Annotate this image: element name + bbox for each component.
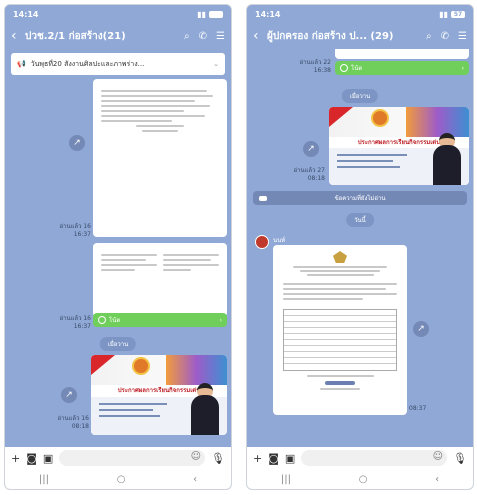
document-image-message[interactable] bbox=[273, 245, 407, 415]
unread-icon bbox=[259, 195, 267, 201]
message-time: 08:18 bbox=[71, 423, 89, 430]
document-image-message[interactable] bbox=[93, 79, 227, 237]
avatar[interactable] bbox=[255, 235, 269, 249]
search-icon[interactable]: ⌕ bbox=[426, 31, 432, 42]
signal-icon: ▮▮ bbox=[197, 9, 206, 19]
date-separator: วันนี้ bbox=[346, 213, 374, 227]
note-icon bbox=[98, 316, 106, 324]
sender-name: นนท์ bbox=[273, 237, 286, 244]
input-bar: + ◙ ▣ ☺ 🎙 ||| ○ ‹ bbox=[5, 447, 231, 489]
plus-icon[interactable]: + bbox=[11, 452, 20, 465]
share-icon[interactable]: ↗ bbox=[61, 387, 77, 403]
chat-area[interactable]: 📢 วันพุธที่20 สังงานศิลปะและภาพร่าง... ⌄… bbox=[5, 49, 231, 447]
emoji-icon[interactable]: ☺ bbox=[433, 451, 443, 462]
plus-icon[interactable]: + bbox=[253, 452, 262, 465]
recent-apps-icon[interactable]: ||| bbox=[281, 474, 291, 485]
keep-note-bar[interactable]: โน้ต › bbox=[335, 61, 469, 75]
note-icon bbox=[340, 64, 348, 72]
message-time: 08:18 bbox=[307, 175, 325, 182]
menu-icon[interactable]: ☰ bbox=[458, 31, 467, 42]
left-phone-screen: 14:14 ▮▮ ‹ ปวช.2/1 ก่อสร้าง(21) ⌕ ✆ ☰ 📢 … bbox=[4, 4, 232, 490]
camera-icon[interactable]: ◙ bbox=[268, 452, 279, 465]
banner-image-message[interactable]: ประกาศผลการเรียนกิจกรรมเด่น bbox=[91, 355, 227, 435]
read-receipt: อ่านแล้ว 22 bbox=[299, 59, 331, 66]
status-time: 14:14 bbox=[255, 9, 281, 19]
school-seal-icon bbox=[371, 109, 389, 128]
message-input[interactable]: ☺ bbox=[301, 450, 448, 466]
microphone-icon[interactable]: 🎙 bbox=[211, 452, 225, 465]
message-time: 16:37 bbox=[73, 231, 91, 238]
back-arrow-icon[interactable]: ‹ bbox=[253, 28, 267, 44]
keep-note-bar[interactable]: โน้ต › bbox=[93, 313, 227, 327]
search-icon[interactable]: ⌕ bbox=[184, 31, 190, 42]
keep-label: โน้ต bbox=[109, 317, 121, 324]
phone-icon[interactable]: ✆ bbox=[199, 31, 207, 42]
back-arrow-icon[interactable]: ‹ bbox=[11, 28, 25, 44]
battery-icon: 57 bbox=[451, 10, 465, 18]
message-input[interactable]: ☺ bbox=[59, 450, 206, 466]
school-seal-icon bbox=[131, 357, 150, 376]
date-separator: เมื่อวาน bbox=[341, 89, 379, 103]
read-receipt: อ่านแล้ว 16 bbox=[59, 315, 91, 322]
unread-notice-text: ข้อความที่ยังไม่อ่าน bbox=[334, 195, 386, 202]
camera-icon[interactable]: ◙ bbox=[26, 452, 37, 465]
share-icon[interactable]: ↗ bbox=[69, 135, 85, 151]
home-icon[interactable]: ○ bbox=[117, 474, 126, 485]
announcement-bar[interactable]: 📢 วันพุธที่20 สังงานศิลปะและภาพร่าง... ⌄ bbox=[11, 53, 225, 75]
read-receipt: อ่านแล้ว 27 bbox=[293, 167, 325, 174]
right-phone-screen: 14:14 ▮▮ 57 ‹ ผู้ปกครอง ก่อสร้าง ป... (2… bbox=[246, 4, 474, 490]
date-separator: เมื่อวาน bbox=[99, 337, 137, 351]
read-receipt: อ่านแล้ว 16 bbox=[57, 415, 89, 422]
chat-header: ‹ ผู้ปกครอง ก่อสร้าง ป... (29) ⌕ ✆ ☰ bbox=[247, 23, 473, 49]
back-nav-icon[interactable]: ‹ bbox=[193, 474, 197, 485]
chat-area[interactable]: โน้ต › อ่านแล้ว 22 16:38 เมื่อวาน ประกาศ… bbox=[247, 49, 473, 447]
status-bar: 14:14 ▮▮ 57 bbox=[247, 5, 473, 23]
status-bar: 14:14 ▮▮ bbox=[5, 5, 231, 23]
emoji-icon[interactable]: ☺ bbox=[191, 451, 201, 462]
recent-apps-icon[interactable]: ||| bbox=[39, 474, 49, 485]
share-icon[interactable]: ↗ bbox=[413, 321, 429, 337]
chevron-right-icon: › bbox=[219, 316, 222, 324]
megaphone-icon: 📢 bbox=[17, 60, 26, 68]
status-time: 14:14 bbox=[13, 9, 39, 19]
keep-label: โน้ต bbox=[351, 65, 363, 72]
signal-icon: ▮▮ bbox=[439, 9, 448, 19]
person-photo bbox=[191, 394, 219, 435]
home-icon[interactable]: ○ bbox=[359, 474, 368, 485]
unread-notice: ข้อความที่ยังไม่อ่าน bbox=[253, 191, 467, 205]
document-image-message[interactable] bbox=[93, 243, 227, 317]
chat-title: ปวช.2/1 ก่อสร้าง(21) bbox=[25, 30, 126, 42]
garuda-emblem-icon bbox=[333, 251, 347, 263]
chat-header: ‹ ปวช.2/1 ก่อสร้าง(21) ⌕ ✆ ☰ bbox=[5, 23, 231, 49]
person-photo bbox=[433, 144, 461, 185]
chat-title: ผู้ปกครอง ก่อสร้าง ป... (29) bbox=[267, 30, 394, 42]
message-time: 16:38 bbox=[313, 67, 331, 74]
battery-icon bbox=[209, 10, 223, 18]
read-receipt: อ่านแล้ว 16 bbox=[59, 223, 91, 230]
back-nav-icon[interactable]: ‹ bbox=[435, 474, 439, 485]
message-card-tail bbox=[335, 49, 469, 59]
phone-icon[interactable]: ✆ bbox=[441, 31, 449, 42]
message-time: 08:37 bbox=[409, 405, 427, 412]
microphone-icon[interactable]: 🎙 bbox=[453, 452, 467, 465]
chevron-down-icon[interactable]: ⌄ bbox=[213, 60, 219, 68]
message-time: 16:37 bbox=[73, 323, 91, 330]
image-icon[interactable]: ▣ bbox=[285, 452, 295, 465]
image-icon[interactable]: ▣ bbox=[43, 452, 53, 465]
banner-image-message[interactable]: ประกาศผลการเรียนกิจกรรมเด่น bbox=[329, 107, 469, 185]
menu-icon[interactable]: ☰ bbox=[216, 31, 225, 42]
announcement-text: วันพุธที่20 สังงานศิลปะและภาพร่าง... bbox=[30, 59, 145, 68]
chevron-right-icon: › bbox=[461, 64, 464, 72]
share-icon[interactable]: ↗ bbox=[303, 141, 319, 157]
input-bar: + ◙ ▣ ☺ 🎙 ||| ○ ‹ bbox=[247, 447, 473, 489]
